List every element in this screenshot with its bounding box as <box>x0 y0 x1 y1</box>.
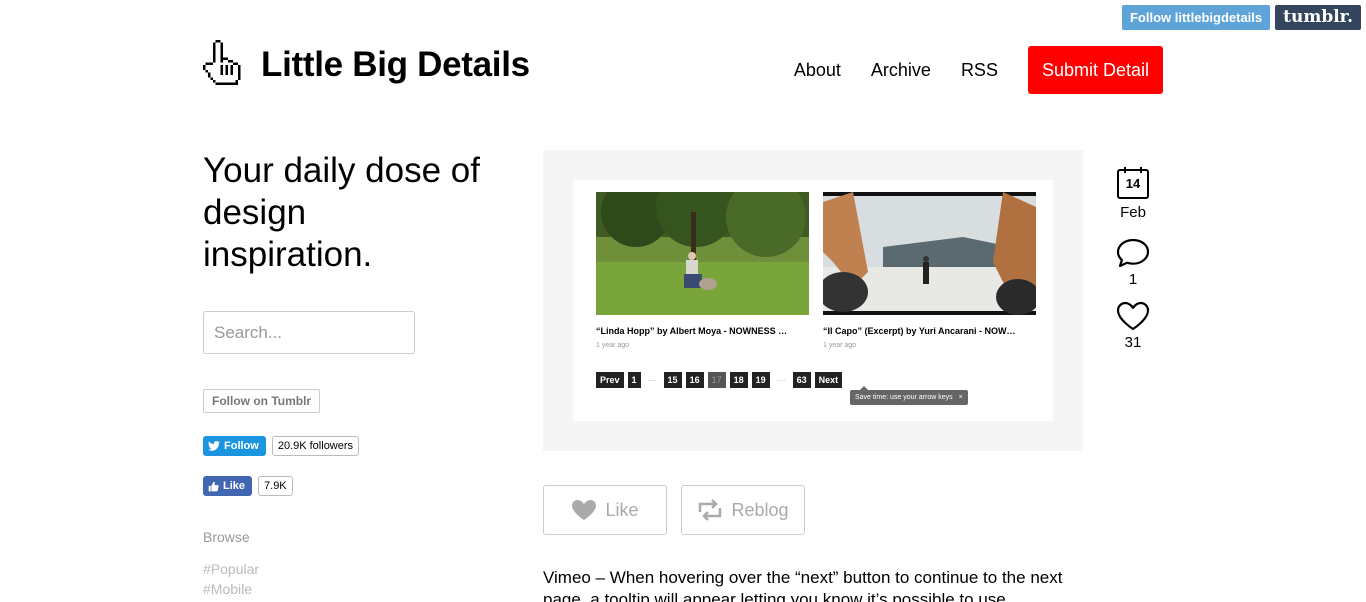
facebook-like-count: 7.9K <box>258 476 293 496</box>
post-meta: 14 Feb 1 31 <box>1113 166 1153 351</box>
pager-ellipsis: ··· <box>647 375 657 385</box>
video-card: “Linda Hopp” by Albert Moya - NOWNESS … … <box>596 167 809 349</box>
pager-prev-button[interactable]: Prev <box>596 372 624 388</box>
follow-blog-button[interactable]: Follow littlebigdetails <box>1121 5 1271 30</box>
video-thumbnail-park <box>596 167 809 315</box>
heart-icon[interactable] <box>1115 300 1151 332</box>
pager-page[interactable]: 15 <box>663 372 682 388</box>
heart-icon <box>572 500 597 520</box>
tagline: Your daily dose of design inspiration. <box>203 151 480 274</box>
reblog-icon <box>699 499 722 521</box>
pager-ellipsis: ··· <box>776 375 786 385</box>
video-thumbnail-quarry <box>818 192 1040 315</box>
pager-page[interactable]: 63 <box>792 372 811 388</box>
post-image: “Linda Hopp” by Albert Moya - NOWNESS … … <box>543 150 1083 451</box>
reblog-button[interactable]: Reblog <box>681 485 805 535</box>
pager-page[interactable]: 19 <box>751 372 770 388</box>
comment-icon[interactable] <box>1115 237 1151 269</box>
video-card: “Il Capo” (Excerpt) by Yuri Ancarani - N… <box>818 192 1040 349</box>
tooltip-text: Save time: use your arrow keys <box>855 394 953 401</box>
nav-about[interactable]: About <box>794 60 841 81</box>
browse-heading: Browse <box>203 529 250 545</box>
pagination: Prev 1 ··· 15 16 17 18 19 ··· 63 Next <box>596 372 843 388</box>
submit-detail-button[interactable]: Submit Detail <box>1027 46 1163 94</box>
nav-archive[interactable]: Archive <box>871 60 931 81</box>
thumbs-up-icon <box>208 481 219 491</box>
site-title: Little Big Details <box>261 45 530 84</box>
pager-page[interactable]: 1 <box>627 372 641 388</box>
twitter-bird-icon <box>208 441 220 451</box>
post-date[interactable]: 14 <box>1116 166 1150 200</box>
video-title[interactable]: “Linda Hopp” by Albert Moya - NOWNESS … <box>596 326 809 336</box>
pointer-hand-icon <box>203 40 241 85</box>
like-button[interactable]: Like <box>543 485 667 535</box>
browse-item-popular[interactable]: #Popular <box>203 559 259 579</box>
reblog-label: Reblog <box>731 499 789 520</box>
video-time: 1 year ago <box>823 342 857 349</box>
post-month: Feb <box>1120 204 1146 221</box>
post-body: Vimeo – When hovering over the “next” bu… <box>543 568 1063 602</box>
nav-rss[interactable]: RSS <box>961 60 998 81</box>
like-label: Like <box>605 499 639 520</box>
tumblr-logo-button[interactable]: tumblr. <box>1275 5 1361 30</box>
post-day: 14 <box>1125 176 1141 191</box>
video-time: 1 year ago <box>596 342 630 349</box>
browse-item-mobile[interactable]: #Mobile <box>203 579 259 599</box>
site-logo[interactable]: Little Big Details <box>203 40 530 90</box>
main-nav: About Archive RSS Submit Detail <box>794 46 1163 94</box>
video-title[interactable]: “Il Capo” (Excerpt) by Yuri Ancarani - N… <box>823 326 1036 336</box>
vimeo-screenshot: “Linda Hopp” by Albert Moya - NOWNESS … … <box>573 167 1053 421</box>
facebook-like-button[interactable]: Like <box>203 476 253 496</box>
twitter-follow-label: Follow <box>224 440 259 452</box>
twitter-follower-count: 20.9K followers <box>271 436 360 456</box>
tooltip-close-icon[interactable]: × <box>959 394 963 401</box>
tumblr-controls: Follow littlebigdetails tumblr. <box>1121 5 1361 30</box>
pager-current-page: 17 <box>707 372 726 388</box>
search-input[interactable] <box>203 311 415 354</box>
twitter-follow: Follow 20.9K followers <box>203 436 360 456</box>
like-count: 31 <box>1124 334 1142 351</box>
facebook-like: Like 7.9K <box>203 476 293 496</box>
comment-count: 1 <box>1128 271 1138 288</box>
pager-page[interactable]: 18 <box>729 372 748 388</box>
twitter-follow-button[interactable]: Follow <box>203 436 266 456</box>
browse-list: #Popular #Mobile <box>203 559 259 599</box>
facebook-like-label: Like <box>223 480 246 492</box>
follow-on-tumblr-button[interactable]: Follow on Tumblr <box>203 389 321 413</box>
arrow-keys-tooltip: Save time: use your arrow keys × <box>850 386 968 405</box>
pager-page[interactable]: 16 <box>685 372 704 388</box>
pager-next-button[interactable]: Next <box>814 372 843 388</box>
